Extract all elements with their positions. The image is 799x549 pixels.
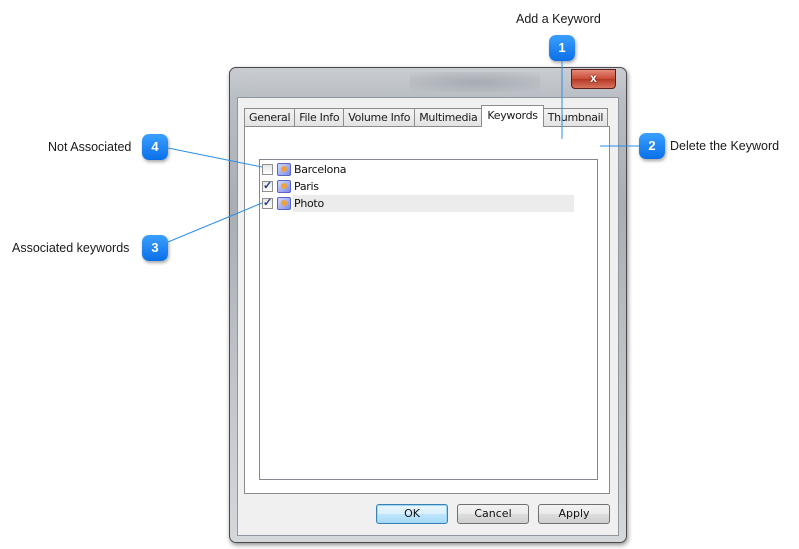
window-title-blur (410, 72, 540, 92)
keyword-tag-icon (277, 180, 291, 193)
properties-dialog: x General File Info Volume Info Multimed… (229, 67, 627, 543)
callout-label-add-keyword: Add a Keyword (516, 12, 601, 26)
callout-badge-2: 2 (639, 133, 665, 159)
checkmark-icon: ✓ (263, 180, 273, 192)
keyword-label-wrap: Barcelona (293, 161, 346, 178)
keyword-label-wrap: Paris (293, 178, 319, 195)
tab-volume-info[interactable]: Volume Info (343, 108, 416, 127)
dialog-client-area: General File Info Volume Info Multimedia… (237, 97, 619, 536)
keyword-tag-icon (277, 197, 291, 210)
close-button[interactable]: x (571, 69, 616, 89)
keyword-checkbox-barcelona[interactable] (262, 164, 273, 175)
keyword-checkbox-paris[interactable]: ✓ (262, 180, 273, 192)
callout-badge-4: 4 (142, 134, 168, 160)
tab-file-info[interactable]: File Info (294, 108, 345, 127)
keywords-list[interactable]: Barcelona ✓ Paris ✓ Photo (259, 159, 598, 480)
ok-button[interactable]: OK (376, 504, 448, 524)
keyword-label-wrap: Photo (293, 195, 574, 212)
keyword-row-barcelona[interactable]: Barcelona (262, 161, 346, 178)
tab-multimedia[interactable]: Multimedia (414, 108, 483, 127)
tab-keywords[interactable]: Keywords (481, 105, 544, 127)
tab-general[interactable]: General (244, 108, 296, 127)
keyword-row-paris[interactable]: ✓ Paris (262, 178, 319, 195)
callout-label-not-associated: Not Associated (48, 140, 132, 154)
apply-button[interactable]: Apply (538, 504, 610, 524)
callout-badge-1: 1 (549, 35, 575, 61)
keyword-label: Paris (294, 180, 319, 193)
checkmark-icon: ✓ (263, 197, 273, 209)
keyword-tag-icon (277, 163, 291, 176)
callout-badge-3: 3 (142, 235, 168, 261)
callout-label-associated-keywords: Associated keywords (12, 241, 130, 255)
keyword-row-photo[interactable]: ✓ Photo (262, 195, 574, 212)
tab-thumbnail[interactable]: Thumbnail (542, 108, 609, 127)
tab-strip: General File Info Volume Info Multimedia… (244, 105, 609, 127)
keyword-label: Photo (294, 197, 324, 210)
keyword-checkbox-photo[interactable]: ✓ (262, 197, 273, 209)
callout-label-delete-keyword: Delete the Keyword (670, 139, 780, 153)
close-icon: x (590, 71, 597, 85)
keyword-label: Barcelona (294, 163, 347, 176)
cancel-button[interactable]: Cancel (457, 504, 529, 524)
